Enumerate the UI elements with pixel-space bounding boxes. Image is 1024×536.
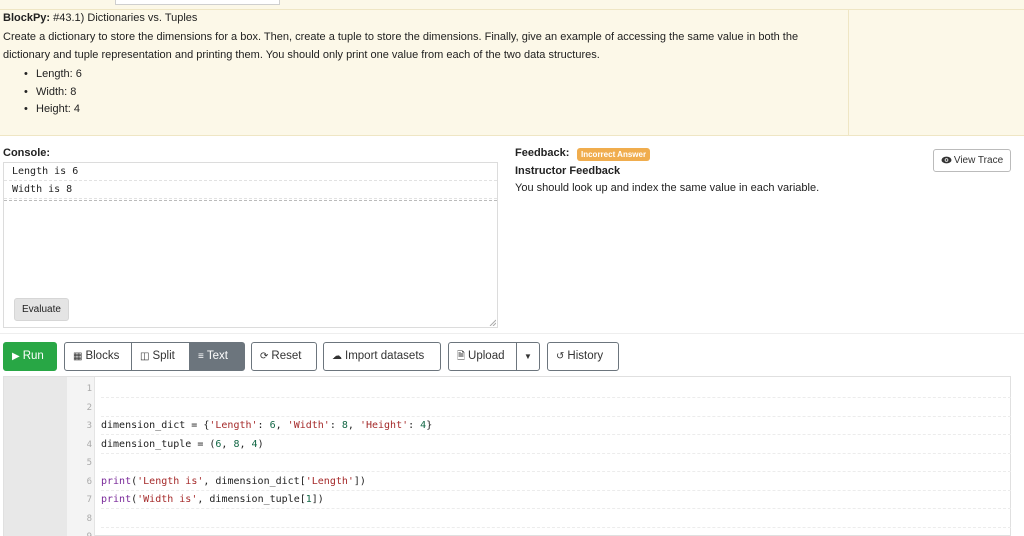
split-icon: ◫	[140, 351, 150, 362]
code-line[interactable]: 3 dimension_dict = {'Length': 6, 'Width':…	[67, 417, 1012, 435]
status-badge: Incorrect Answer	[577, 148, 651, 161]
split-label: Split	[152, 350, 175, 362]
play-icon: ▶	[12, 351, 20, 362]
list-item: Length: 6	[22, 66, 82, 84]
upload-dropdown-toggle[interactable]: ▼	[516, 342, 540, 371]
split-mode-button[interactable]: ◫ Split	[131, 342, 190, 371]
text-label: Text	[206, 350, 228, 362]
reset-button[interactable]: ⟳ Reset	[251, 342, 317, 371]
console-line: Width is 8	[4, 181, 497, 199]
line-number: 6	[86, 476, 92, 487]
code-line[interactable]: 8	[67, 510, 1012, 528]
line-number: 1	[86, 384, 92, 394]
line-number: 2	[86, 402, 92, 413]
code-text	[101, 399, 1011, 417]
code-line[interactable]: 5	[67, 454, 1012, 472]
code-line[interactable]: 9	[67, 528, 1012, 536]
upload-button[interactable]: 🗎 Upload	[448, 342, 517, 371]
editor-side-gutter	[4, 377, 67, 536]
eye-icon	[941, 156, 952, 164]
console-line: Length is 6	[4, 163, 497, 181]
evaluate-button[interactable]: Evaluate	[14, 298, 69, 321]
line-number: 4	[86, 439, 92, 450]
code-text: print('Width is', dimension_tuple[1])	[101, 491, 1011, 509]
assignment-name: #43.1) Dictionaries vs. Tuples	[53, 12, 198, 24]
line-number: 9	[67, 528, 95, 536]
view-trace-label: View Trace	[953, 155, 1004, 166]
history-icon: ↺	[556, 351, 565, 362]
blocks-mode-button[interactable]: ▦ Blocks	[64, 342, 132, 371]
code-text	[101, 380, 1011, 398]
feedback-message: You should look up and index the same va…	[515, 182, 820, 194]
code-text: print('Length is', dimension_dict['Lengt…	[101, 473, 1011, 491]
console-divider	[4, 199, 497, 201]
assignment-title: BlockPy: #43.1) Dictionaries vs. Tuples	[3, 12, 197, 24]
file-upload-icon: 🗎	[457, 351, 466, 362]
instructions-side-panel	[848, 9, 1024, 136]
instructions-panel: BlockPy: #43.1) Dictionaries vs. Tuples …	[0, 0, 1024, 136]
run-button[interactable]: ▶ Run	[3, 342, 57, 371]
feedback-title: Instructor Feedback	[515, 165, 621, 177]
line-number: 5	[86, 458, 92, 468]
cloud-download-icon: ☁	[332, 351, 342, 362]
line-number: 8	[86, 513, 92, 524]
console-output[interactable]: Length is 6 Width is 8 Evaluate	[3, 162, 498, 328]
code-line[interactable]: 1	[67, 380, 1012, 398]
list-item: Height: 4	[22, 101, 82, 119]
divider	[0, 333, 1024, 334]
run-label: Run	[22, 350, 44, 362]
feedback-label: Feedback:	[515, 147, 570, 159]
import-label: Import datasets	[345, 350, 425, 362]
assignment-description: Create a dictionary to store the dimensi…	[3, 31, 799, 61]
list-item: Width: 8	[22, 84, 82, 102]
history-button[interactable]: ↺ History	[547, 342, 619, 371]
code-line[interactable]: 2	[67, 399, 1012, 417]
blocks-label: Blocks	[85, 350, 120, 362]
history-label: History	[567, 350, 604, 362]
line-number: 3	[86, 421, 92, 431]
top-input-edge[interactable]	[115, 0, 280, 5]
code-text: dimension_dict = {'Length': 6, 'Width': …	[101, 417, 1011, 435]
refresh-icon: ⟳	[260, 351, 269, 362]
code-line[interactable]: 7 print('Width is', dimension_tuple[1])	[67, 491, 1012, 509]
app-name: BlockPy:	[3, 12, 51, 24]
console-label: Console:	[3, 147, 51, 159]
line-number: 7	[86, 495, 92, 505]
caret-down-icon: ▼	[524, 352, 532, 361]
view-trace-button[interactable]: View Trace	[933, 149, 1011, 172]
code-line[interactable]: 6 print('Length is', dimension_dict['Leng…	[67, 473, 1012, 491]
text-align-icon: ≡	[198, 351, 204, 362]
code-text	[101, 454, 1011, 472]
reset-label: Reset	[271, 350, 302, 362]
dimension-list: Length: 6 Width: 8 Height: 4	[22, 66, 82, 119]
import-datasets-button[interactable]: ☁ Import datasets	[323, 342, 441, 371]
upload-label: Upload	[468, 350, 505, 362]
text-mode-button[interactable]: ≡ Text	[189, 342, 245, 371]
code-text	[101, 510, 1011, 528]
resize-handle-icon[interactable]	[489, 319, 496, 326]
code-line[interactable]: 4 dimension_tuple = (6, 8, 4)	[67, 436, 1012, 454]
code-editor[interactable]: 1 2 3 dimension_dict = {'Length': 6, 'Width…	[3, 376, 1011, 536]
blocks-icon: ▦	[73, 351, 83, 362]
code-text: dimension_tuple = (6, 8, 4)	[101, 436, 1011, 454]
